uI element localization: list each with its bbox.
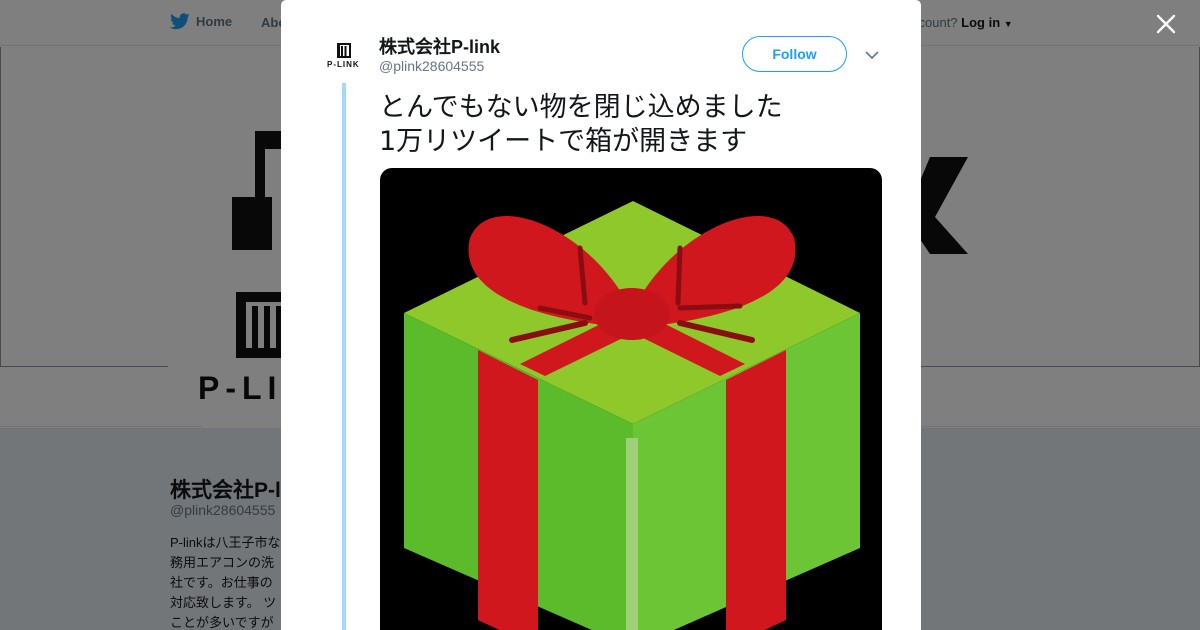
- gift-box-illustration: [404, 201, 860, 630]
- tweet-modal: P-LINK 株式会社P-link @plink28604555 Follow …: [281, 0, 921, 630]
- tweet-image[interactable]: [380, 168, 882, 630]
- account-avatar[interactable]: P-LINK: [325, 40, 365, 74]
- follow-button[interactable]: Follow: [742, 36, 847, 72]
- account-name[interactable]: 株式会社P-link: [379, 33, 500, 59]
- tweet-line: とんでもない物を閉じ込めました: [379, 92, 783, 123]
- thread-line: [342, 83, 346, 630]
- tweet-line: 1万リツイートで箱が開きます: [379, 126, 748, 157]
- chevron-down-icon[interactable]: [863, 46, 881, 64]
- account-handle[interactable]: @plink28604555: [379, 58, 484, 74]
- avatar-text: P-LINK: [327, 60, 360, 69]
- tweet-text: とんでもない物を閉じ込めました 1万リツイートで箱が開きます: [379, 91, 783, 159]
- close-icon[interactable]: [1152, 10, 1180, 38]
